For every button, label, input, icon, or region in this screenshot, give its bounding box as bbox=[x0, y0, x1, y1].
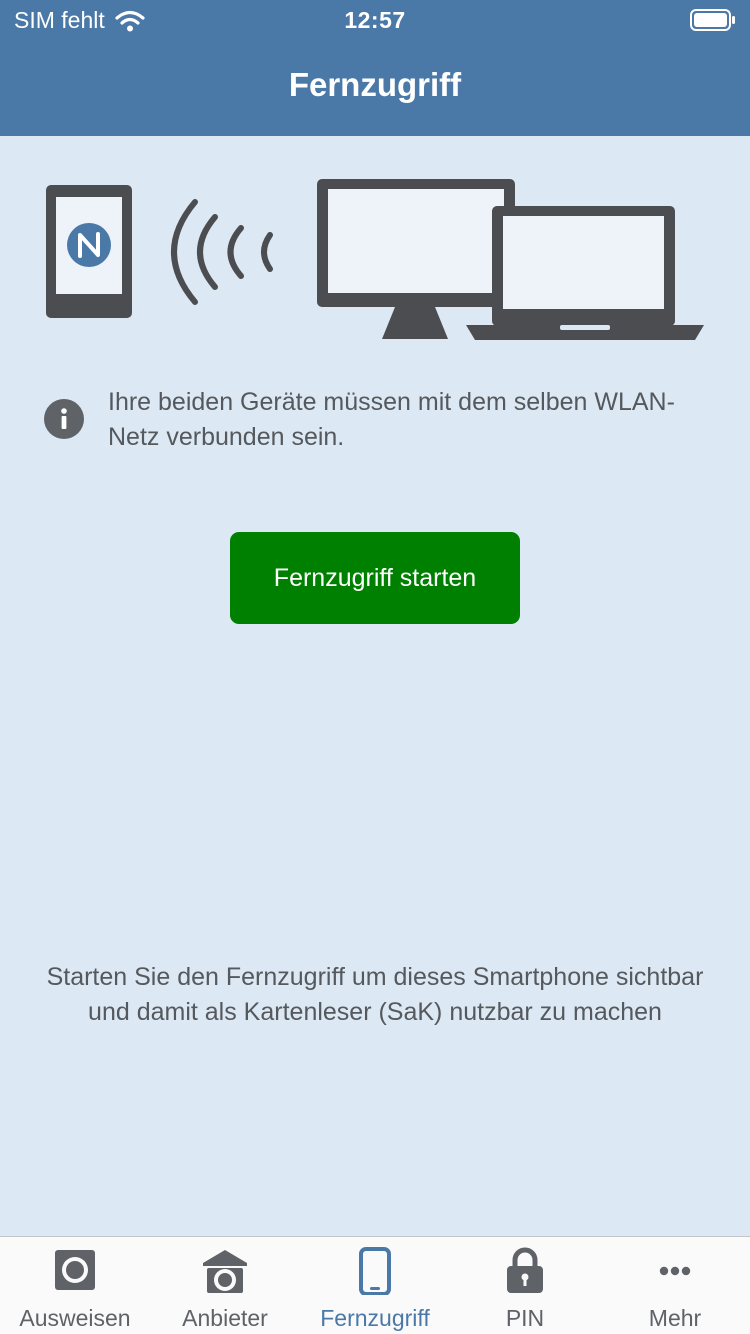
tab-ausweisen[interactable]: Ausweisen bbox=[0, 1237, 150, 1334]
tab-label: Anbieter bbox=[182, 1305, 268, 1331]
status-time: 12:57 bbox=[344, 7, 406, 33]
battery-icon bbox=[690, 9, 735, 31]
desktop-monitor-icon bbox=[317, 179, 515, 339]
tab-pin[interactable]: PIN bbox=[450, 1237, 600, 1334]
info-message: Ihre beiden Geräte müssen mit dem selben… bbox=[108, 388, 675, 451]
tab-mehr[interactable]: Mehr bbox=[600, 1237, 750, 1334]
status-bar: SIM fehlt 12:57 bbox=[0, 0, 750, 40]
start-remote-access-button[interactable]: Fernzugriff starten bbox=[230, 532, 520, 624]
lock-icon bbox=[507, 1247, 543, 1293]
tab-fernzugriff[interactable]: Fernzugriff bbox=[300, 1237, 450, 1334]
info-row: Ihre beiden Geräte müssen mit dem selben… bbox=[44, 385, 704, 455]
page-title: Fernzugriff bbox=[288, 66, 462, 103]
remote-access-illustration bbox=[46, 179, 704, 340]
tab-label: PIN bbox=[505, 1305, 545, 1331]
hint-text: Starten Sie den Fernzugriff um dieses Sm… bbox=[46, 963, 704, 1026]
nfc-smartphone-icon bbox=[46, 185, 132, 318]
smartphone-icon bbox=[359, 1247, 391, 1295]
tab-bar: Ausweisen Anbieter Fernzugriff PIN Mehr bbox=[0, 1236, 750, 1334]
tab-label: Mehr bbox=[648, 1305, 702, 1331]
header: SIM fehlt 12:57 Fernzugriff bbox=[0, 0, 750, 136]
more-icon bbox=[659, 1266, 691, 1276]
info-icon bbox=[44, 399, 84, 439]
laptop-icon bbox=[466, 206, 704, 340]
provider-icon bbox=[203, 1250, 247, 1293]
tab-anbieter[interactable]: Anbieter bbox=[150, 1237, 300, 1334]
id-card-icon bbox=[55, 1250, 95, 1290]
tab-label: Fernzugriff bbox=[320, 1305, 430, 1331]
tab-label: Ausweisen bbox=[19, 1305, 131, 1331]
status-right bbox=[690, 9, 736, 37]
wireless-waves-icon bbox=[171, 199, 273, 305]
